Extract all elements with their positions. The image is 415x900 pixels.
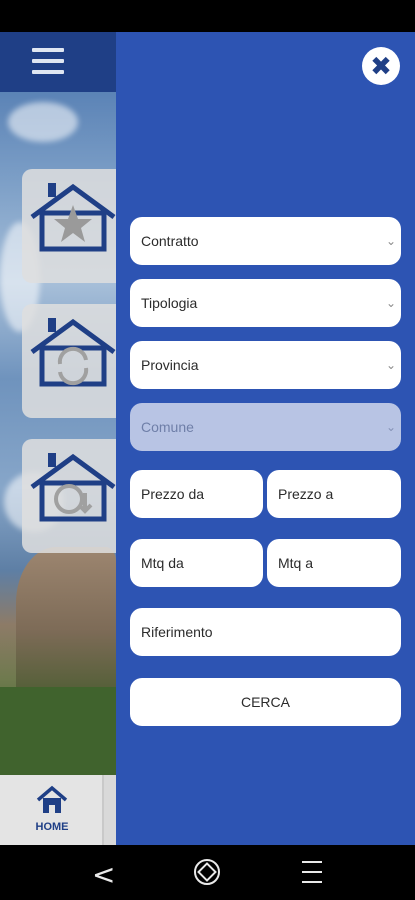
app-header	[0, 32, 116, 92]
comune-select: Comune ⌄	[130, 403, 401, 451]
tipologia-label: Tipologia	[141, 295, 198, 311]
mtq-a-placeholder: Mtq a	[278, 555, 314, 571]
prezzo-da-input[interactable]: Prezzo da	[130, 470, 263, 518]
background-app: HOME	[0, 32, 116, 845]
search-button[interactable]: CERCA	[130, 678, 401, 726]
bottom-nav: HOME	[0, 775, 116, 845]
mtq-da-placeholder: Mtq da	[141, 555, 184, 571]
recent-apps-icon[interactable]	[302, 861, 322, 883]
tile-valuation[interactable]	[22, 439, 116, 553]
prezzo-da-placeholder: Prezzo da	[141, 486, 205, 502]
mtq-da-input[interactable]: Mtq da	[130, 539, 263, 587]
tipologia-select[interactable]: Tipologia ⌄	[130, 279, 401, 327]
hamburger-icon[interactable]	[32, 48, 64, 74]
prezzo-a-placeholder: Prezzo a	[278, 486, 334, 502]
prezzo-a-input[interactable]: Prezzo a	[267, 470, 401, 518]
nav-home[interactable]: HOME	[0, 775, 104, 845]
status-bar	[0, 0, 415, 32]
system-nav-bar: <	[0, 845, 415, 900]
contratto-label: Contratto	[141, 233, 199, 249]
comune-label: Comune	[141, 419, 194, 435]
mtq-a-input[interactable]: Mtq a	[267, 539, 401, 587]
chevron-down-icon: ⌄	[385, 296, 396, 310]
house-star-icon	[30, 183, 116, 252]
chevron-down-icon: ⌄	[385, 358, 396, 372]
home-icon	[36, 785, 68, 813]
contratto-select[interactable]: Contratto ⌄	[130, 217, 401, 265]
provincia-select[interactable]: Provincia ⌄	[130, 341, 401, 389]
nav-home-label: HOME	[35, 821, 69, 833]
close-button[interactable]: ✖	[362, 47, 400, 85]
house-euro-icon	[30, 453, 116, 522]
chevron-down-icon: ⌄	[385, 234, 396, 248]
search-drawer: ✖ Contratto ⌄ Tipologia ⌄ Provincia ⌄ Co…	[116, 32, 415, 845]
system-home-icon[interactable]	[194, 859, 220, 885]
provincia-label: Provincia	[141, 357, 199, 373]
riferimento-input[interactable]: Riferimento	[130, 608, 401, 656]
riferimento-placeholder: Riferimento	[141, 624, 213, 640]
chevron-down-icon: ⌄	[385, 420, 396, 434]
back-button[interactable]: <	[92, 858, 115, 891]
close-icon: ✖	[370, 51, 392, 81]
tile-exchange[interactable]	[22, 304, 116, 418]
house-refresh-icon	[30, 318, 116, 387]
tile-favorites[interactable]	[22, 169, 116, 283]
